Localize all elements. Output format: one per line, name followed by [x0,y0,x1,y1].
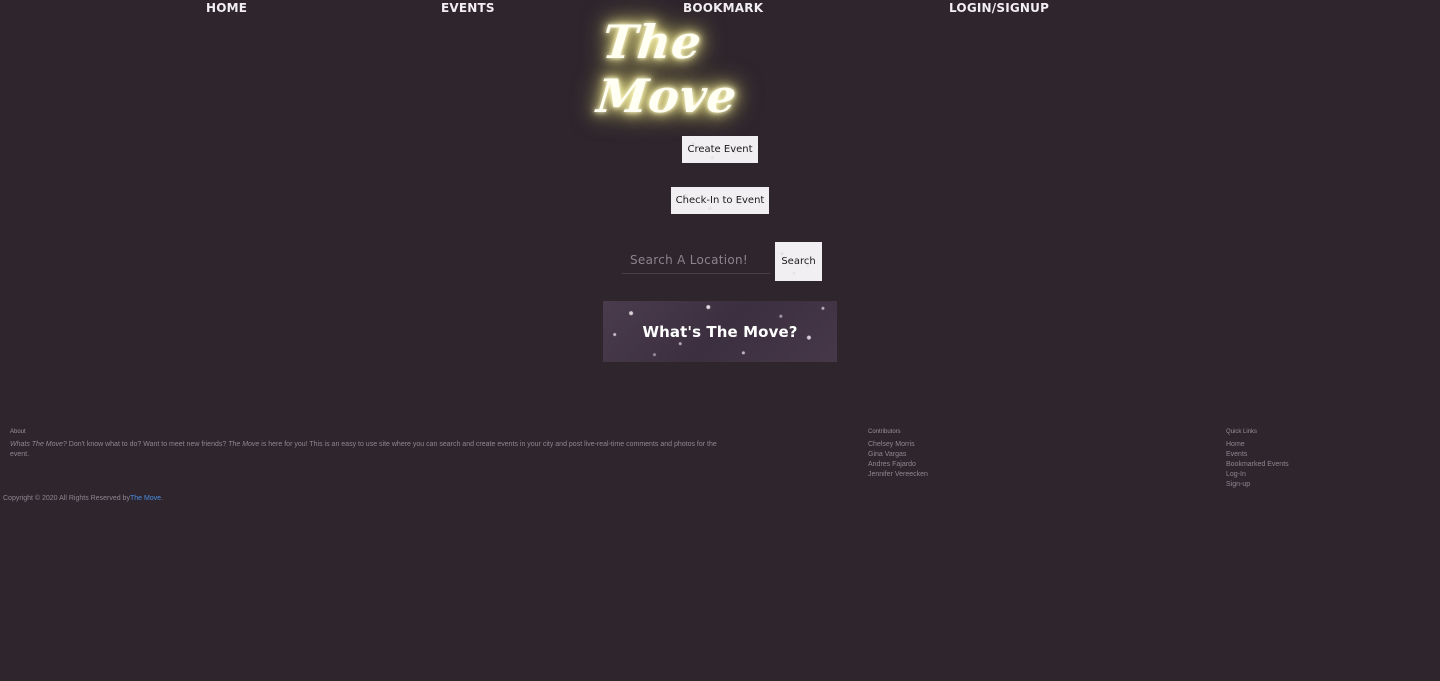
contributor-name: Andres Fajardo [868,461,916,468]
copyright-brand-link[interactable]: The Move [130,495,161,502]
about-text-part1: Don't know what to do? Want to meet new … [66,441,229,448]
copyright-text: Copyright © 2020 All Rights Reserved by [3,495,130,502]
about-heading: About [10,429,26,435]
quick-link-events[interactable]: Events [1226,451,1247,458]
footer-contributors: Contributors Chelsey Morris Gina Vargas … [868,427,988,480]
contributor-name: Gina Vargas [868,451,907,458]
footer-quick-links: Quick Links Home Events Bookmarked Event… [1226,427,1346,490]
site-logo: The Move [594,15,740,123]
about-brand-question: Whats The Move? [10,441,67,448]
contributors-list: Chelsey Morris Gina Vargas Andres Fajard… [868,440,988,480]
nav-events-link[interactable]: EVENTS [441,1,495,15]
contributor-name: Jennifer Vereecken [868,471,928,478]
copyright-suffix: . [161,495,164,502]
about-brand-name: The Move [228,441,260,448]
quick-link-log-in[interactable]: Log-In [1226,471,1246,478]
quick-link-bookmarked-events[interactable]: Bookmarked Events [1226,461,1289,468]
create-event-button[interactable]: Create Event [682,136,758,163]
check-in-button[interactable]: Check-In to Event [671,187,769,214]
search-location-input[interactable] [622,246,770,274]
contributors-heading: Contributors [868,429,901,435]
nav-bookmark-link[interactable]: BOOKMARK [683,1,763,15]
footer-about: About Whats The Move? Don't know what to… [10,427,720,460]
about-text: Whats The Move? Don't know what to do? W… [10,440,720,460]
quick-links-list: Home Events Bookmarked Events Log-In Sig… [1226,440,1346,490]
search-button[interactable]: Search [775,242,822,281]
quick-link-sign-up[interactable]: Sign-up [1226,481,1250,488]
copyright: Copyright © 2020 All Rights Reserved byT… [3,495,163,502]
hero-title: What's The Move? [642,322,798,341]
quick-links-heading: Quick Links [1226,429,1258,435]
nav-home-link[interactable]: HOME [206,1,247,15]
nav-login-signup-link[interactable]: LOGIN/SIGNUP [949,1,1049,15]
contributor-name: Chelsey Morris [868,441,915,448]
whats-the-move-banner[interactable]: What's The Move? [603,301,837,362]
quick-link-home[interactable]: Home [1226,441,1245,448]
